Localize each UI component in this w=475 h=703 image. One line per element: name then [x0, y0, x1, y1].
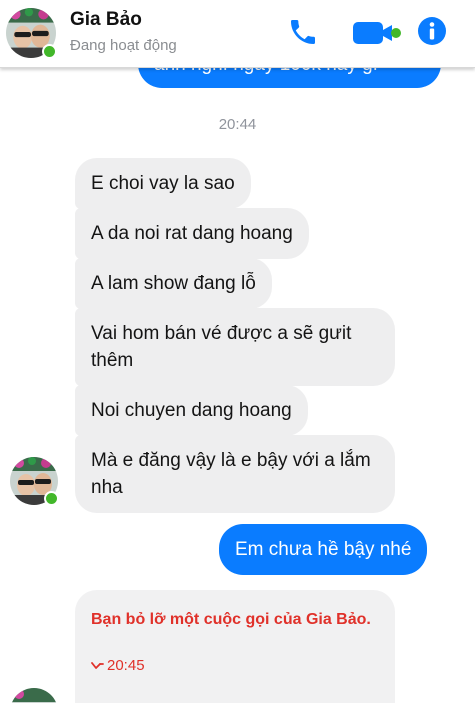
missed-call-arrow-icon: [91, 662, 104, 669]
message-timestamp: 20:44: [218, 116, 257, 133]
incoming-message[interactable]: A lam show đang lỗ: [75, 258, 272, 309]
sender-avatar-partial[interactable]: [10, 688, 58, 703]
info-icon[interactable]: [417, 16, 447, 51]
online-status-dot: [44, 491, 59, 506]
contact-name[interactable]: Gia Bảo: [70, 9, 142, 31]
avatar-photo: [10, 688, 58, 703]
incoming-message[interactable]: Mà e đăng vậy là e bậy với a lắm nha: [75, 435, 395, 513]
active-status: Đang hoạt động: [70, 37, 177, 54]
incoming-message[interactable]: E choi vay la sao: [75, 158, 251, 209]
missed-call-card[interactable]: Bạn bỏ lỡ một cuộc gọi của Gia Bảo. 20:4…: [75, 590, 395, 703]
chat-header: Gia Bảo Đang hoạt động: [0, 0, 475, 68]
incoming-message[interactable]: Vai hom bán vé được a sẽ gưit thêm: [75, 308, 395, 386]
missed-call-text: Bạn bỏ lỡ một cuộc gọi của Gia Bảo.: [91, 611, 371, 628]
incoming-message[interactable]: Noi chuyen dang hoang: [75, 385, 308, 436]
outgoing-message[interactable]: Em chưa hề bậy nhé: [219, 524, 428, 575]
online-status-dot: [42, 44, 57, 59]
video-camera-icon[interactable]: [352, 20, 402, 51]
sender-avatar[interactable]: [10, 457, 59, 506]
conversation: anh nghĩ ngày 100k này gì 20:44 E choi v…: [0, 0, 475, 703]
contact-avatar[interactable]: [6, 8, 57, 59]
phone-icon[interactable]: [287, 16, 319, 53]
call-time-value: 20:45: [107, 657, 145, 674]
incoming-message[interactable]: A da noi rat dang hoang: [75, 208, 309, 259]
missed-call-time: 20:45: [91, 657, 145, 674]
